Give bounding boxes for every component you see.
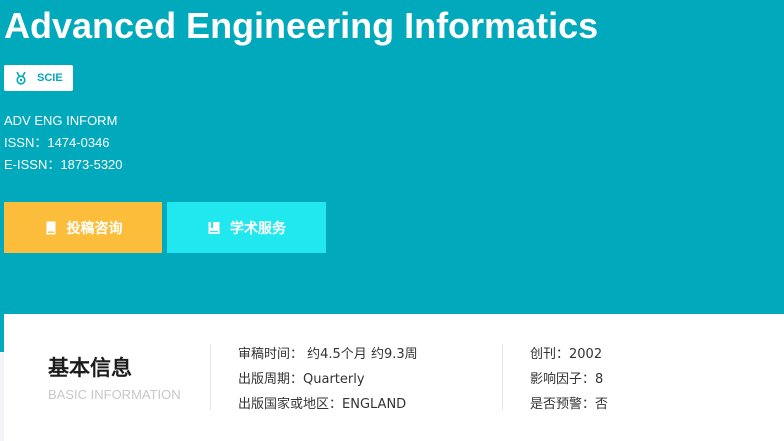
submit-consult-button[interactable]: 投稿咨询 xyxy=(4,202,162,253)
divider xyxy=(210,344,211,410)
publication-country: 出版国家或地区：ENGLAND xyxy=(238,397,407,412)
journal-hero: Advanced Engineering Informatics SCIE AD… xyxy=(0,0,784,352)
impact-factor: 影响因子：8 xyxy=(530,372,604,387)
journal-abbreviation: ADV ENG INFORM xyxy=(4,113,118,128)
academic-service-label: 学术服务 xyxy=(230,220,286,237)
index-badge: SCIE xyxy=(4,65,73,91)
basic-info-subtitle: BASIC INFORMATION xyxy=(48,387,181,402)
basic-info-card: 基本信息 BASIC INFORMATION 审稿时间： 约4.5个月 约9.3… xyxy=(4,314,784,441)
submit-consult-label: 投稿咨询 xyxy=(66,220,123,237)
divider xyxy=(502,344,503,410)
badge-label: SCIE xyxy=(37,72,63,84)
founded-year: 创刊：2002 xyxy=(530,347,603,362)
book-icon xyxy=(208,221,220,234)
publication-frequency: 出版周期：Quarterly xyxy=(238,372,365,387)
journal-eissn: E-ISSN：1873-5320 xyxy=(4,157,123,172)
warning-status: 是否预警：否 xyxy=(530,397,609,412)
review-time: 审稿时间： 约4.5个月 约9.3周 xyxy=(238,347,418,362)
academic-service-button[interactable]: 学术服务 xyxy=(167,202,326,253)
info-column-1: 审稿时间： 约4.5个月 约9.3周 出版周期：Quarterly 出版国家或地… xyxy=(238,342,418,417)
journal-issn: ISSN：1474-0346 xyxy=(4,135,110,150)
journal-title: Advanced Engineering Informatics xyxy=(4,5,599,46)
info-column-2: 创刊：2002 影响因子：8 是否预警：否 xyxy=(530,342,608,417)
journal-identifiers: ADV ENG INFORM ISSN：1474-0346 E-ISSN：187… xyxy=(4,110,123,176)
document-icon xyxy=(46,221,55,234)
basic-info-title: 基本信息 xyxy=(48,356,132,380)
medal-icon xyxy=(16,71,26,85)
